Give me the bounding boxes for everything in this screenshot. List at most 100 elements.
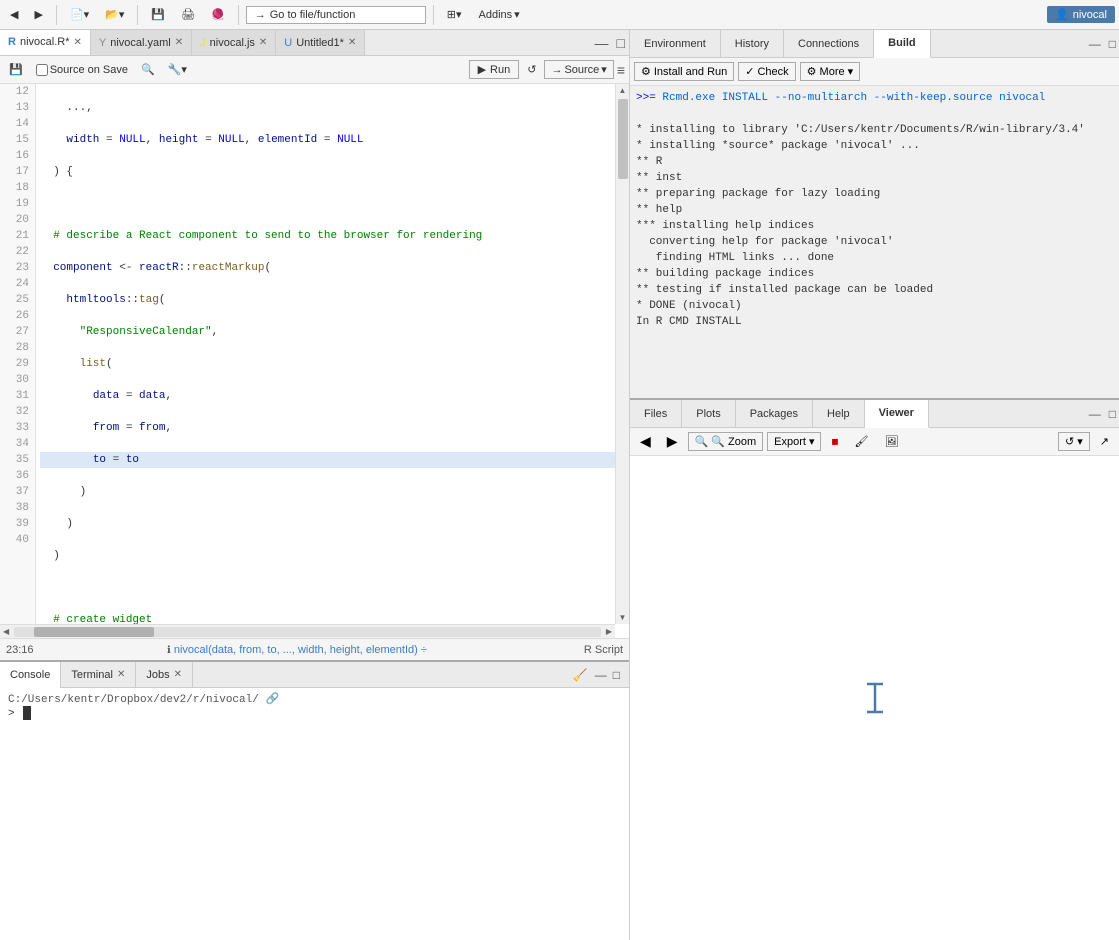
source-label: Source: [564, 64, 599, 76]
minimize-editor-btn[interactable]: —: [591, 35, 613, 51]
minimize-console-btn[interactable]: —: [592, 668, 610, 682]
close-tab-js[interactable]: ✕: [259, 37, 267, 48]
environment-tab-label: Environment: [644, 38, 706, 50]
zoom-btn[interactable]: 🔍 🔍 Zoom: [688, 432, 764, 451]
tools-btn[interactable]: 🔧▾: [163, 60, 192, 79]
knit-btn[interactable]: 🧶: [205, 5, 231, 24]
h-scroll-left-arrow[interactable]: ◀: [0, 627, 12, 636]
files-panel: Files Plots Packages Help Viewer: [630, 400, 1119, 940]
console-content[interactable]: C:/Users/kentr/Dropbox/dev2/r/nivocal/ 🔗…: [0, 688, 629, 940]
brush-icon: 🖌: [854, 435, 868, 448]
code-line-13: width = NULL, height = NULL, elementId =…: [40, 132, 625, 148]
save-all-btn[interactable]: 💾: [145, 5, 171, 24]
forward-btn[interactable]: ▶: [28, 5, 48, 24]
grid-btn[interactable]: ⊞▾: [441, 5, 468, 24]
code-line-17: component <- reactR::reactMarkup(: [40, 260, 625, 276]
maximize-env-btn[interactable]: □: [1106, 37, 1119, 51]
tab-nivocal-yaml[interactable]: Y nivocal.yaml ✕: [91, 30, 192, 56]
clear-console-icon[interactable]: 🧹: [569, 668, 592, 682]
new-file-btn[interactable]: 📄▾: [64, 5, 95, 24]
tab-plots[interactable]: Plots: [682, 400, 735, 428]
tab-history[interactable]: History: [721, 30, 784, 58]
tab-viewer[interactable]: Viewer: [865, 400, 929, 428]
stop-btn[interactable]: ⏹: [825, 431, 844, 452]
output-line-4: * installing *source* package 'nivocal' …: [636, 138, 1113, 154]
console-cursor[interactable]: [23, 706, 31, 720]
tab-build[interactable]: Build: [874, 30, 931, 58]
h-scroll-thumb[interactable]: [34, 627, 154, 637]
output-line-7: ** preparing package for lazy loading: [636, 186, 1113, 202]
back-btn[interactable]: ◀: [4, 5, 24, 24]
maximize-editor-btn[interactable]: □: [613, 35, 629, 51]
check-btn[interactable]: ✓ Check: [738, 62, 795, 81]
code-line-19: "ResponsiveCalendar",: [40, 324, 625, 340]
v-scroll-thumb[interactable]: [618, 99, 628, 179]
close-jobs-icon[interactable]: ✕: [174, 669, 182, 680]
editor-toolbar: 💾 Source on Save 🔍 🔧▾ ▶ Run ↺ → Source ▾: [0, 56, 629, 84]
h-scroll-right-arrow[interactable]: ▶: [603, 627, 615, 636]
print-btn[interactable]: 🖨: [175, 5, 201, 24]
open-btn[interactable]: 📂▾: [99, 5, 130, 24]
close-tab-u[interactable]: ✕: [348, 37, 356, 48]
top-toolbar: ◀ ▶ 📄▾ 📂▾ 💾 🖨 🧶 → Go to file/function ⊞▾…: [0, 0, 1119, 30]
check-icon: ✓: [745, 65, 754, 78]
source-btn[interactable]: → Source ▾: [544, 60, 613, 79]
addins-btn[interactable]: Addins ▾: [472, 5, 527, 24]
user-label: nivocal: [1073, 9, 1107, 21]
save-file-btn[interactable]: 💾: [4, 60, 28, 79]
image-btn[interactable]: 🖼: [878, 433, 904, 450]
tab-nivocal-js[interactable]: J nivocal.js ✕: [192, 30, 276, 56]
install-run-label: Install and Run: [654, 66, 727, 78]
tab-packages[interactable]: Packages: [736, 400, 813, 428]
console-tab-jobs[interactable]: Jobs ✕: [136, 662, 193, 688]
console-tab-terminal[interactable]: Terminal ✕: [61, 662, 136, 688]
source-on-save-label: Source on Save: [50, 64, 128, 76]
forward-viewer-btn[interactable]: ▶: [661, 431, 684, 452]
console-tab-console[interactable]: Console: [0, 662, 61, 688]
tab-untitled1[interactable]: U Untitled1* ✕: [276, 30, 365, 56]
maximize-files-btn[interactable]: □: [1106, 407, 1119, 421]
scroll-up-arrow[interactable]: ▲: [617, 84, 629, 97]
export-arrow-icon: ▾: [809, 435, 815, 448]
code-line-23: to = to: [40, 452, 625, 468]
close-tab-yaml[interactable]: ✕: [175, 37, 183, 48]
tab-help[interactable]: Help: [813, 400, 865, 428]
minimize-env-btn[interactable]: —: [1086, 37, 1104, 51]
go-to-file-btn[interactable]: → Go to file/function: [246, 6, 426, 24]
refresh-btn[interactable]: ↺ ▾: [1058, 432, 1090, 451]
maximize-console-btn[interactable]: □: [610, 668, 623, 682]
external-btn[interactable]: ↗: [1094, 433, 1115, 450]
console-prompt: >: [8, 708, 15, 720]
tab-connections[interactable]: Connections: [784, 30, 874, 58]
zoom-label: 🔍 Zoom: [711, 435, 756, 448]
more-label: More: [820, 66, 845, 78]
source-on-save-checkbox[interactable]: [36, 64, 48, 76]
i-beam-svg: [863, 680, 887, 716]
status-func-text: nivocal(data, from, to, ..., width, heig…: [174, 644, 427, 656]
tab-files[interactable]: Files: [630, 400, 682, 428]
env-panel: Environment History Connections Build — …: [630, 30, 1119, 400]
output-line-3: * installing to library 'C:/Users/kentr/…: [636, 122, 1113, 138]
install-run-btn[interactable]: ⚙ Install and Run: [634, 62, 734, 81]
tab-environment[interactable]: Environment: [630, 30, 721, 58]
list-btn[interactable]: ≡: [617, 62, 625, 78]
export-btn[interactable]: Export ▾: [767, 432, 821, 451]
more-btn[interactable]: ⚙ More ▾: [800, 62, 860, 81]
tab-label-js: nivocal.js: [210, 37, 255, 49]
back-viewer-btn[interactable]: ◀: [634, 431, 657, 452]
code-content[interactable]: ..., width = NULL, height = NULL, elemen…: [36, 84, 629, 638]
h-scrollbar[interactable]: ◀ ▶: [0, 624, 615, 638]
close-tab-r[interactable]: ✕: [73, 37, 81, 48]
scroll-down-arrow[interactable]: ▼: [617, 611, 629, 624]
run-btn[interactable]: ▶ Run: [469, 60, 520, 79]
code-editor[interactable]: 12131415 16171819 20212223 24252627 2829…: [0, 84, 629, 638]
minimize-files-btn[interactable]: —: [1086, 407, 1104, 421]
v-scrollbar[interactable]: ▲ ▼: [615, 84, 629, 624]
search-btn[interactable]: 🔍: [136, 60, 160, 79]
close-terminal-icon[interactable]: ✕: [117, 669, 125, 680]
source-on-save-btn[interactable]: Source on Save: [31, 61, 133, 79]
console-tab-bar: Console Terminal ✕ Jobs ✕ 🧹 — □: [0, 662, 629, 688]
rerun-btn[interactable]: ↺: [522, 60, 541, 79]
brush-btn[interactable]: 🖌: [848, 433, 874, 450]
tab-nivocal-r[interactable]: R nivocal.R* ✕: [0, 30, 91, 56]
